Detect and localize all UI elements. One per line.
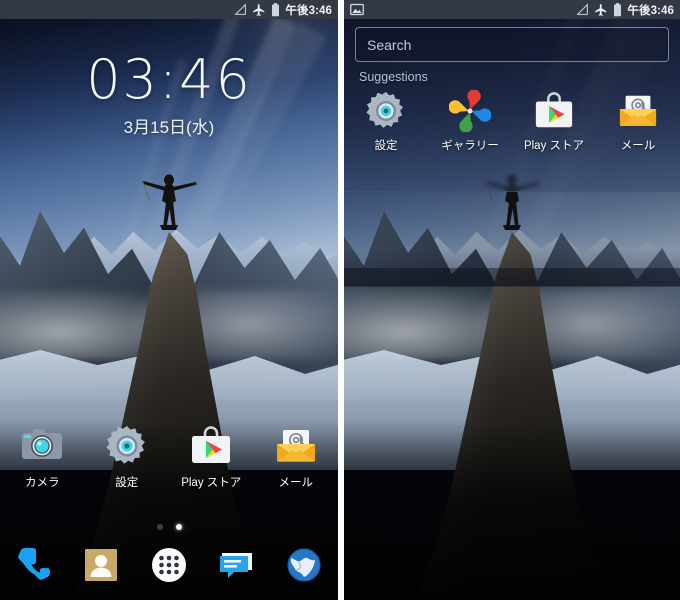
dock-item-contacts[interactable]: [78, 542, 124, 588]
app-drawer-icon: [151, 548, 186, 582]
airplane-mode-icon: [253, 3, 265, 16]
suggestion-item-gallery[interactable]: ギャラリー: [432, 89, 508, 153]
messaging-icon: [219, 553, 252, 578]
app-label: メール: [278, 477, 314, 489]
clock-date: 3月15日(水): [123, 118, 215, 137]
settings-gear-icon: [105, 424, 149, 468]
status-bar-notifications[interactable]: [350, 3, 571, 16]
status-bar: 午後3:46: [344, 0, 680, 19]
wallpaper-dark-foreground: [344, 420, 680, 600]
app-label: Play ストア: [181, 477, 242, 489]
phone-icon: [17, 548, 50, 580]
dock-item-app-drawer[interactable]: [146, 542, 192, 588]
mail-icon: [274, 424, 318, 468]
app-icon-settings[interactable]: 設定: [90, 424, 164, 490]
status-bar-clock: 午後3:46: [627, 4, 674, 17]
bottom-dock: [0, 536, 338, 594]
search-bar[interactable]: [355, 27, 669, 62]
dock-item-browser[interactable]: [281, 542, 327, 588]
contacts-icon: [85, 549, 118, 581]
app-icon-play-store[interactable]: Play ストア: [174, 424, 248, 490]
play-store-icon: [533, 90, 575, 132]
status-bar-system-icons: 午後3:46: [234, 2, 332, 18]
suggestion-label: メール: [620, 140, 656, 152]
page-dot[interactable]: [156, 524, 163, 530]
app-label: カメラ: [25, 477, 60, 489]
search-input[interactable]: [367, 36, 657, 53]
status-bar-clock: 午後3:46: [285, 4, 332, 17]
battery-icon: [614, 2, 622, 16]
screenshot-stage: 午後3:46 03:46 3月15日(水) カメラ 設定 Play ストア メー…: [0, 0, 680, 600]
dock-item-phone[interactable]: [11, 542, 57, 588]
suggestions-title: Suggestions: [359, 70, 428, 84]
lockscreen-clock-widget[interactable]: 03:46 3月15日(水): [0, 52, 338, 138]
status-bar-system-icons: 午後3:46: [576, 2, 674, 18]
clock-time: 03:46: [86, 48, 252, 111]
app-icon-camera[interactable]: カメラ: [5, 424, 79, 490]
signal-off-icon: [234, 3, 247, 15]
suggestion-item-play-store[interactable]: Play ストア: [516, 90, 592, 153]
browser-globe-icon: [287, 548, 321, 582]
right-phone-screen: 午後3:46 Suggestions: [344, 0, 680, 600]
status-bar: 午後3:46: [0, 0, 338, 19]
page-dot-active[interactable]: [175, 524, 182, 530]
image-notification-icon: [350, 3, 364, 16]
suggestion-item-mail[interactable]: メール: [600, 90, 676, 153]
play-store-icon: [189, 424, 233, 468]
dock-item-messaging[interactable]: [214, 542, 260, 588]
wallpaper-dim-band: [344, 268, 680, 286]
photos-pinwheel-icon: [448, 89, 492, 133]
suggestion-label: 設定: [374, 140, 398, 152]
settings-gear-icon: [365, 90, 407, 132]
airplane-mode-icon: [595, 3, 607, 16]
wallpaper-climber-silhouette: [129, 170, 209, 232]
suggestion-item-settings[interactable]: 設定: [348, 90, 424, 153]
signal-off-icon: [576, 3, 589, 15]
search-suggestions-panel: Suggestions 設定: [344, 19, 680, 192]
left-phone-screen: 午後3:46 03:46 3月15日(水) カメラ 設定 Play ストア メー…: [0, 0, 338, 600]
suggestions-list: 設定 ギャラリー Play ストア メール: [344, 89, 680, 153]
suggestion-label: ギャラリー: [441, 140, 499, 152]
mail-icon: [617, 90, 659, 132]
app-icon-mail[interactable]: メール: [259, 424, 333, 490]
page-indicator: [0, 524, 338, 530]
home-app-row: カメラ 設定 Play ストア メール: [0, 424, 338, 490]
camera-icon: [20, 424, 64, 468]
battery-icon: [272, 2, 280, 16]
app-label: 設定: [115, 477, 139, 489]
suggestion-label: Play ストア: [523, 140, 585, 152]
